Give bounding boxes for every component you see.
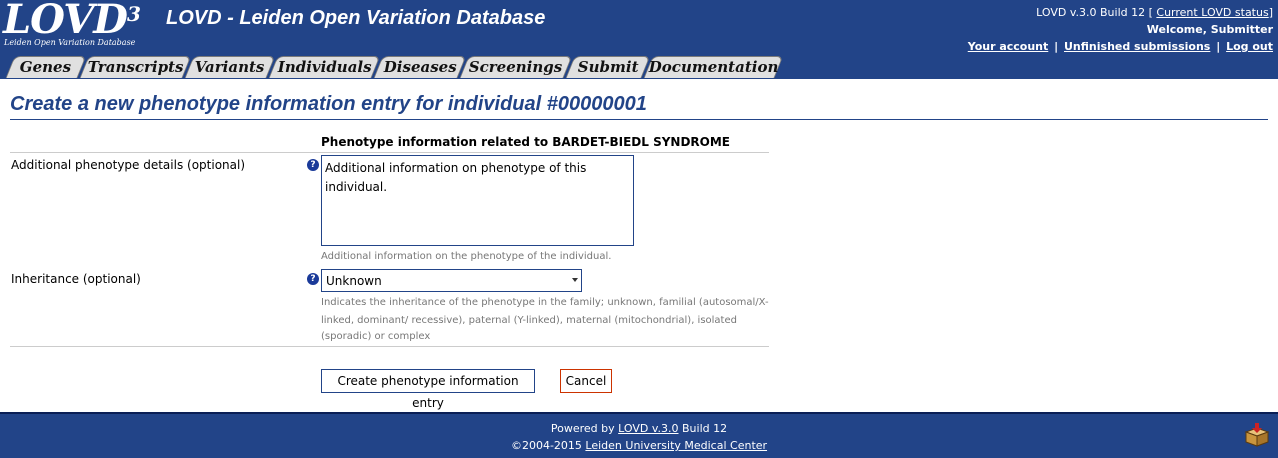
inheritance-label: Inheritance (optional)	[11, 272, 141, 286]
tab-submit[interactable]: Submit	[565, 56, 651, 78]
package-icon[interactable]	[1244, 423, 1270, 447]
form-divider	[10, 346, 769, 347]
version-text: LOVD v.3.0 Build 12 [	[1036, 6, 1153, 19]
form-divider	[10, 152, 769, 153]
powered-by-line: Powered by LOVD v.3.0 Build 12	[0, 422, 1278, 435]
tab-label: Documentation	[648, 58, 779, 76]
tab-label: Submit	[577, 58, 639, 76]
tab-genes[interactable]: Genes	[5, 56, 87, 78]
version-close: ]	[1268, 6, 1273, 19]
tab-diseases[interactable]: Diseases	[373, 56, 467, 78]
title-divider	[10, 119, 1268, 120]
tab-label: Variants	[195, 58, 265, 76]
lovd-logo[interactable]: LOVD 3 Leiden Open Variation Database	[3, 0, 153, 50]
phenotype-details-textarea[interactable]: Additional information on phenotype of t…	[321, 155, 634, 246]
tab-variants[interactable]: Variants	[184, 56, 276, 78]
inheritance-select[interactable]: Unknown	[321, 269, 582, 292]
lumc-link[interactable]: Leiden University Medical Center	[585, 439, 767, 452]
create-entry-button[interactable]: Create phenotype information entry	[321, 369, 535, 410]
your-account-link[interactable]: Your account	[968, 40, 1049, 53]
header-user-panel: LOVD v.3.0 Build 12 [ Current LOVD statu…	[968, 4, 1273, 55]
help-icon[interactable]: ?	[307, 273, 319, 285]
version-line: LOVD v.3.0 Build 12 [ Current LOVD statu…	[968, 4, 1273, 21]
details-label: Additional phenotype details (optional)	[11, 158, 246, 172]
tab-underline	[0, 78, 1278, 79]
header-bar: LOVD 3 Leiden Open Variation Database LO…	[0, 0, 1278, 56]
tab-individuals[interactable]: Individuals	[268, 56, 381, 78]
chevron-down-icon	[572, 278, 578, 282]
current-status-link[interactable]: Current LOVD status	[1156, 6, 1268, 19]
welcome-text: Welcome, Submitter	[1146, 23, 1273, 36]
page-title: Create a new phenotype information entry…	[10, 93, 647, 115]
tab-label: Transcripts	[87, 58, 184, 76]
tab-label: Diseases	[383, 58, 457, 76]
tab-label: Screenings	[469, 58, 563, 76]
logo-text: LOVD	[3, 0, 128, 43]
link-separator: |	[1216, 40, 1221, 53]
unfinished-submissions-link[interactable]: Unfinished submissions	[1064, 40, 1210, 53]
copyright-prefix: ©2004-2015	[510, 439, 586, 452]
tab-label: Genes	[20, 58, 72, 76]
tab-documentation[interactable]: Documentation	[643, 56, 784, 78]
inheritance-hint-line-1: Indicates the inheritance of the phenoty…	[321, 297, 769, 308]
powered-prefix: Powered by	[550, 422, 619, 435]
powered-suffix: Build 12	[678, 422, 728, 435]
tab-label: Individuals	[277, 58, 372, 76]
inheritance-hint-line-3: (sporadic) or complex	[321, 331, 431, 342]
tab-screenings[interactable]: Screenings	[459, 56, 573, 78]
logo-superscript: 3	[127, 2, 141, 26]
help-icon[interactable]: ?	[307, 159, 319, 171]
tab-bar: Genes Transcripts Variants Individuals D…	[0, 56, 1278, 78]
copyright-line: ©2004-2015 Leiden University Medical Cen…	[0, 439, 1278, 452]
inheritance-hint-line-2: linked, dominant/ recessive), paternal (…	[321, 315, 737, 326]
logo-subtitle: Leiden Open Variation Database	[4, 38, 136, 47]
section-heading: Phenotype information related to BARDET-…	[321, 135, 730, 149]
details-hint: Additional information on the phenotype …	[321, 251, 612, 262]
account-links: Your account | Unfinished submissions | …	[968, 38, 1273, 55]
footer-bar: Powered by LOVD v.3.0 Build 12 ©2004-201…	[0, 412, 1278, 458]
app-title: LOVD - Leiden Open Variation Database	[166, 7, 546, 29]
inheritance-selected-value: Unknown	[326, 274, 382, 288]
log-out-link[interactable]: Log out	[1226, 40, 1273, 53]
cancel-button[interactable]: Cancel	[560, 369, 612, 393]
lovd-version-link[interactable]: LOVD v.3.0	[618, 422, 678, 435]
tab-transcripts[interactable]: Transcripts	[79, 56, 192, 78]
link-separator: |	[1054, 40, 1059, 53]
